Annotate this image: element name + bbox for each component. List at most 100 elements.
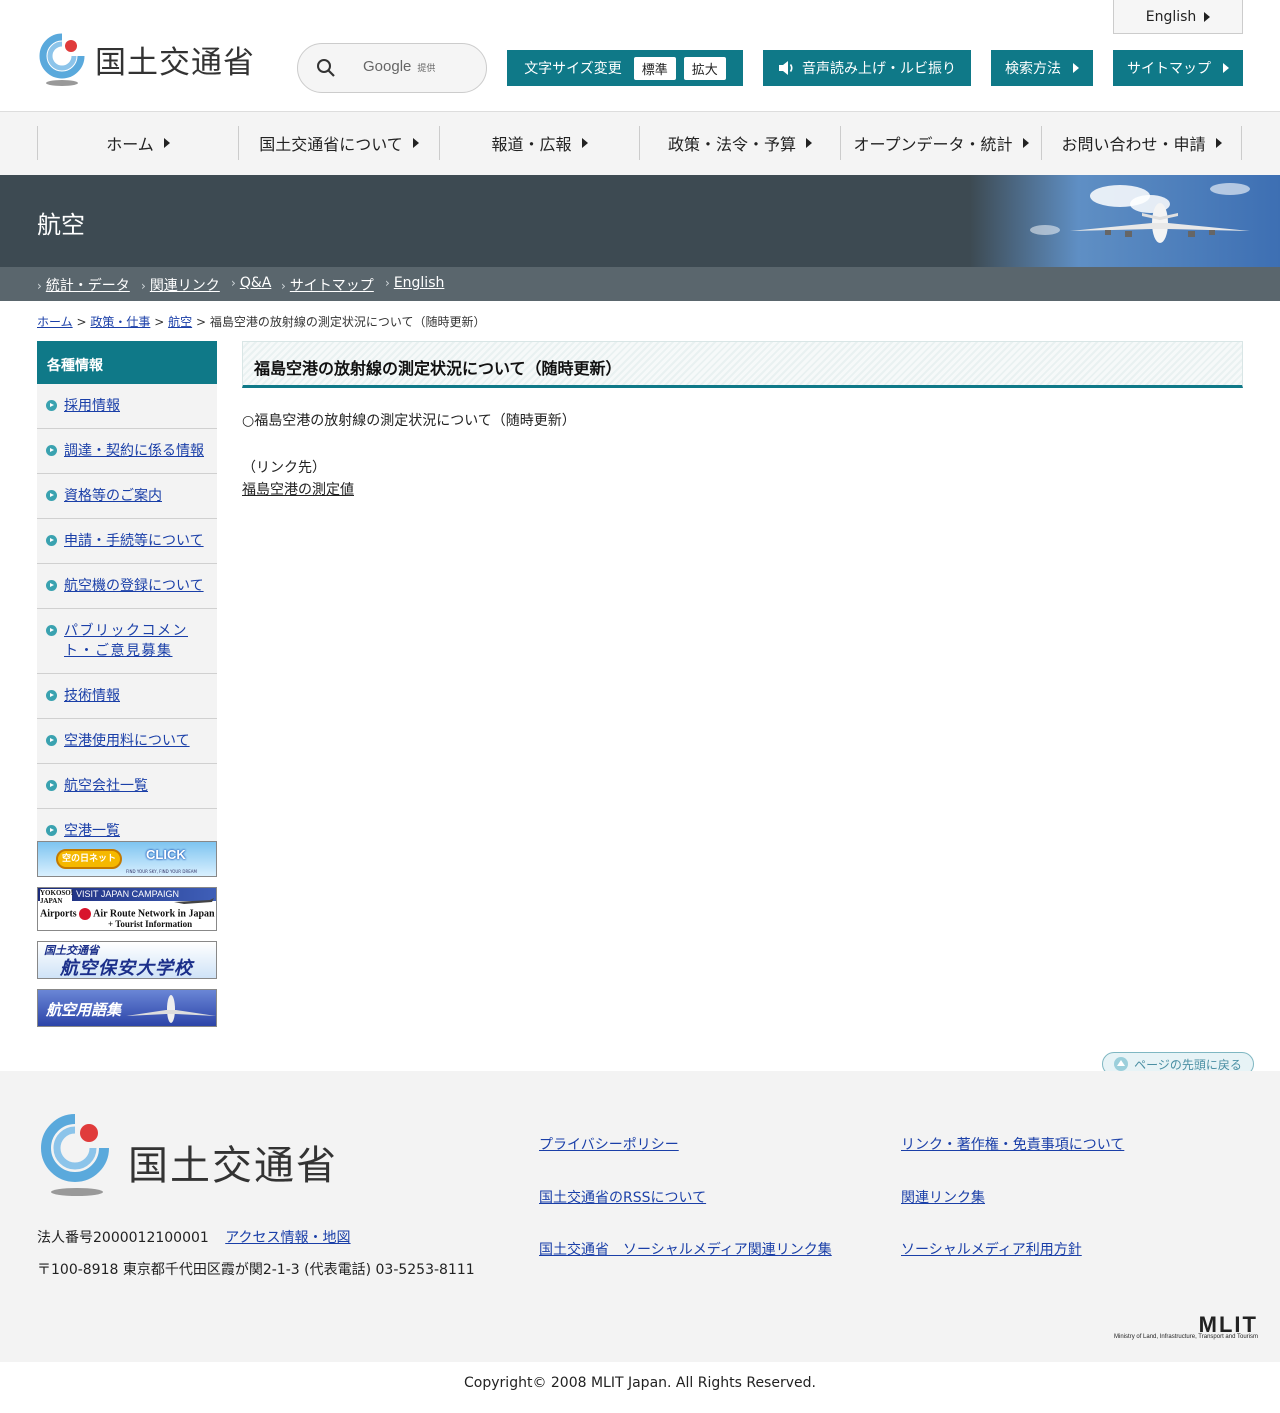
sitemap-label: サイトマップ (1127, 61, 1211, 77)
side-item-technical[interactable]: 技術情報 (37, 674, 217, 719)
side-item-link[interactable]: 資格等のご案内 (64, 488, 162, 504)
side-item-link[interactable]: 調達・契約に係る情報 (64, 443, 204, 459)
gnav-item-policy[interactable]: 政策・法令・予算 (639, 126, 840, 160)
arrow-circle-icon (46, 490, 57, 501)
chevron-right-icon: › (231, 276, 236, 290)
related-links-link[interactable]: 関連リンク集 (901, 1187, 985, 1207)
side-item-link[interactable]: 空港一覧 (64, 823, 120, 839)
subnav-item-links[interactable]: › 関連リンク (141, 275, 220, 295)
gnav-item-home[interactable]: ホーム (37, 126, 238, 160)
section-title: 航空 (37, 211, 85, 239)
side-item-link[interactable]: 採用情報 (64, 398, 120, 414)
side-item-qualifications[interactable]: 資格等のご案内 (37, 474, 217, 519)
side-item-recruitment[interactable]: 採用情報 (37, 384, 217, 429)
side-item-aircraft-registration[interactable]: 航空機の登録について (37, 564, 217, 609)
side-menu-heading: 各種情報 (37, 341, 217, 384)
breadcrumb-separator: > (195, 315, 206, 329)
glossary-label: 航空用語集 (46, 1001, 122, 1019)
side-item-public-comment[interactable]: パブリックコメント・ご意見募集 (37, 609, 217, 674)
font-size-large-button[interactable]: 拡大 (683, 56, 726, 80)
arrow-circle-icon (46, 690, 57, 701)
subnav-link[interactable]: 関連リンク (150, 278, 220, 294)
side-item-airlines[interactable]: 航空会社一覧 (37, 764, 217, 809)
banner-aviation-glossary[interactable]: 航空用語集 (37, 989, 217, 1027)
side-item-applications[interactable]: 申請・手続等について (37, 519, 217, 564)
social-media-links-link[interactable]: 国土交通省 ソーシャルメディア関連リンク集 (539, 1239, 832, 1259)
english-link[interactable]: English (1113, 0, 1243, 34)
vj-yokoso: YOKOSO! JAPAN (40, 889, 74, 905)
subnav-link[interactable]: サイトマップ (290, 278, 374, 294)
subnav-link[interactable]: Q&A (240, 275, 272, 291)
airplane-icon (174, 898, 214, 904)
copyright-disclaimer-link[interactable]: リンク・著作権・免責事項について (901, 1134, 1124, 1154)
arrow-circle-icon (46, 780, 57, 791)
banner-visit-japan[interactable]: YOKOSO! JAPAN VISIT JAPAN CAMPAIGN Airpo… (37, 887, 217, 931)
airplane-sky-image (970, 175, 1280, 267)
breadcrumb: ホーム > 政策・仕事 > 航空 > 福島空港の放射線の測定状況について（随時更… (37, 313, 485, 330)
banner-aviation-safety-college[interactable]: 国土交通省 航空保安大学校 (37, 941, 217, 979)
search-method-label: 検索方法 (1005, 61, 1061, 77)
gnav-label: オープンデータ・統計 (853, 135, 1013, 154)
gnav-label: 政策・法令・予算 (667, 135, 796, 154)
sora-click-label: CLICK (146, 847, 186, 862)
side-item-link[interactable]: 技術情報 (64, 688, 120, 704)
subnav-item-sitemap[interactable]: › サイトマップ (281, 275, 374, 295)
gnav-item-opendata[interactable]: オープンデータ・統計 (840, 126, 1041, 160)
arrow-circle-icon (46, 825, 57, 836)
subnav-link[interactable]: 統計・データ (46, 278, 130, 294)
speech-label: 音声読み上げ・ルビ振り (802, 61, 956, 77)
mlit-english-logo: MLIT Ministry of Land, Infrastructure, T… (1100, 1312, 1260, 1346)
breadcrumb-separator: > (76, 315, 87, 329)
breadcrumb-aviation[interactable]: 航空 (168, 315, 192, 329)
measurement-link[interactable]: 福島空港の測定値 (242, 479, 354, 499)
section-subnav: › 統計・データ › 関連リンク › Q&A › サイトマップ › English (0, 267, 1280, 301)
access-map-link[interactable]: アクセス情報・地図 (225, 1230, 350, 1246)
global-nav: ホーム 国土交通省について 報道・広報 政策・法令・予算 オープンデータ・統計 … (0, 112, 1280, 175)
rss-link[interactable]: 国土交通省のRSSについて (539, 1187, 706, 1207)
sora-logo: 空の日ネット (56, 849, 122, 869)
mlit-logo[interactable]: 国土交通省 (37, 33, 267, 87)
side-item-link[interactable]: 航空会社一覧 (64, 778, 148, 794)
speaker-icon (779, 61, 793, 75)
footer-corp-info: 法人番号2000012100001 アクセス情報・地図 (37, 1227, 351, 1247)
english-label: English (1145, 8, 1197, 25)
school-line2: 航空保安大学校 (60, 958, 193, 979)
sora-tagline: FIND YOUR SKY, FIND YOUR DREAM (126, 869, 197, 874)
subnav-link[interactable]: English (394, 275, 445, 291)
side-item-procurement[interactable]: 調達・契約に係る情報 (37, 429, 217, 474)
arrow-up-icon (1114, 1057, 1129, 1071)
side-item-link[interactable]: パブリックコメント・ご意見募集 (64, 623, 188, 659)
chevron-right-icon: › (281, 279, 286, 293)
side-item-link[interactable]: 空港使用料について (64, 733, 190, 749)
section-banner: 航空 (0, 175, 1280, 267)
privacy-policy-link[interactable]: プライバシーポリシー (539, 1134, 679, 1154)
subnav-item-english[interactable]: › English (385, 275, 444, 291)
gnav-item-press[interactable]: 報道・広報 (439, 126, 639, 160)
side-item-link[interactable]: 航空機の登録について (64, 578, 204, 594)
font-size-standard-button[interactable]: 標準 (633, 56, 676, 80)
speech-ruby-button[interactable]: 音声読み上げ・ルビ振り (763, 50, 971, 86)
arrow-circle-icon (46, 400, 57, 411)
breadcrumb-home[interactable]: ホーム (37, 315, 73, 329)
subnav-item-qa[interactable]: › Q&A (231, 275, 271, 291)
subnav-item-statistics[interactable]: › 統計・データ (37, 275, 130, 295)
search-method-button[interactable]: 検索方法 (991, 50, 1093, 86)
gnav-label: 国土交通省について (259, 135, 403, 154)
gnav-item-about[interactable]: 国土交通省について (238, 126, 439, 160)
side-item-link[interactable]: 申請・手続等について (64, 533, 204, 549)
breadcrumb-policy[interactable]: 政策・仕事 (90, 315, 150, 329)
vj-campaign: VISIT JAPAN CAMPAIGN (76, 889, 180, 899)
side-item-airport-fees[interactable]: 空港使用料について (37, 719, 217, 764)
banner-sora-no-hi[interactable]: 空の日ネット CLICK FIND YOUR SKY, FIND YOUR DR… (37, 841, 217, 877)
sitemap-button[interactable]: サイトマップ (1113, 50, 1243, 86)
site-footer (0, 1071, 1280, 1362)
airplane-icon (126, 995, 216, 1023)
gnav-label: 報道・広報 (491, 135, 572, 154)
gnav-item-contact[interactable]: お問い合わせ・申請 (1041, 126, 1242, 160)
arrow-circle-icon (46, 445, 57, 456)
page-title: 福島空港の放射線の測定状況について（随時更新） (242, 341, 1243, 388)
site-search-input[interactable]: Google 提供 (297, 43, 487, 93)
font-size-control: 文字サイズ変更 標準 拡大 (507, 50, 743, 86)
social-media-policy-link[interactable]: ソーシャルメディア利用方針 (901, 1239, 1082, 1259)
back-to-top-label: ページの先頭に戻る (1134, 1057, 1242, 1072)
